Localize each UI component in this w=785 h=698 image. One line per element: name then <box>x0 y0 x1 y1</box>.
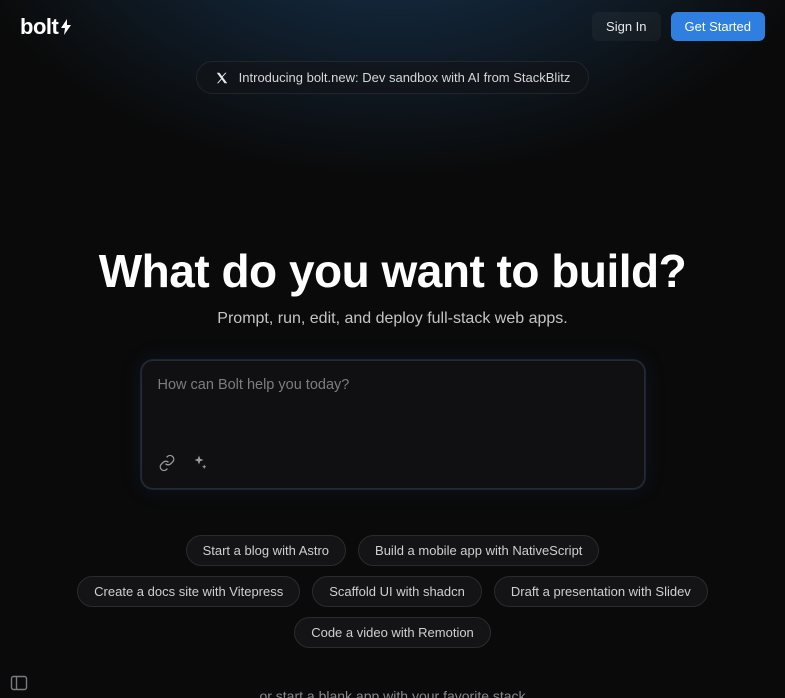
suggestion-chip[interactable]: Create a docs site with Vitepress <box>77 576 300 607</box>
suggestion-chip[interactable]: Code a video with Remotion <box>294 617 491 648</box>
signin-button[interactable]: Sign In <box>592 12 660 41</box>
suggestion-chip[interactable]: Scaffold UI with shadcn <box>312 576 482 607</box>
stack-hint-text: or start a blank app with your favorite … <box>0 688 785 698</box>
prompt-input[interactable] <box>158 377 628 439</box>
hero-headline: What do you want to build? <box>0 244 785 298</box>
logo-text: bolt <box>20 14 58 40</box>
suggestion-chip[interactable]: Start a blog with Astro <box>186 535 346 566</box>
bolt-icon <box>61 19 71 35</box>
suggestion-chip[interactable]: Build a mobile app with NativeScript <box>358 535 599 566</box>
suggestion-chip[interactable]: Draft a presentation with Slidev <box>494 576 708 607</box>
announcement-text: Introducing bolt.new: Dev sandbox with A… <box>239 70 571 85</box>
logo[interactable]: bolt <box>20 14 71 40</box>
sparkle-icon[interactable] <box>190 454 208 472</box>
get-started-button[interactable]: Get Started <box>671 12 765 41</box>
prompt-box <box>141 360 645 489</box>
prompt-tools <box>158 454 628 472</box>
announcement-banner[interactable]: Introducing bolt.new: Dev sandbox with A… <box>196 61 590 94</box>
x-icon <box>215 71 229 85</box>
link-icon[interactable] <box>158 454 176 472</box>
hero-subhead: Prompt, run, edit, and deploy full-stack… <box>0 310 785 328</box>
auth-actions: Sign In Get Started <box>592 12 765 41</box>
hero: What do you want to build? Prompt, run, … <box>0 94 785 698</box>
topbar: bolt Sign In Get Started <box>0 0 785 53</box>
suggestion-chips: Start a blog with Astro Build a mobile a… <box>73 535 713 648</box>
